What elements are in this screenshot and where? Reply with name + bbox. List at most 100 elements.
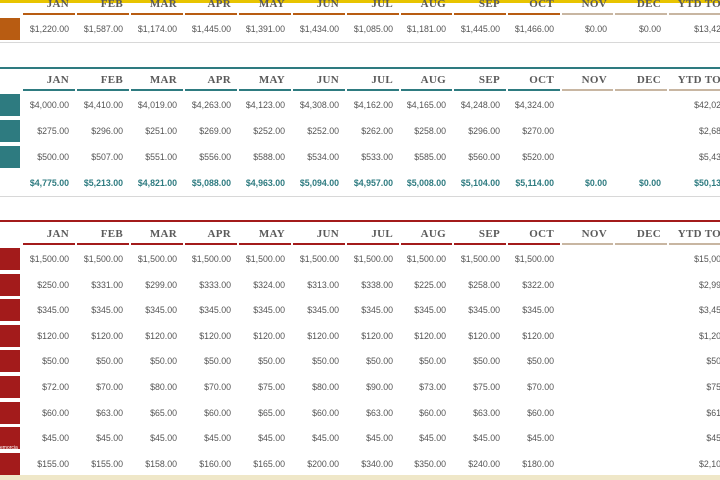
cell-may[interactable]: $165.00 (238, 452, 292, 476)
cell-feb[interactable]: $1,500.00 (76, 247, 130, 271)
cell-dec[interactable] (614, 247, 668, 271)
cell-jan[interactable]: $50.00 (22, 349, 76, 373)
cell-jan[interactable]: $72.00 (22, 375, 76, 399)
cell-nov[interactable] (561, 426, 614, 450)
cell-oct[interactable]: $180.00 (507, 452, 561, 476)
cell-ytd-total[interactable]: $15,00 (668, 247, 720, 271)
cell-apr[interactable]: $1,500.00 (184, 247, 238, 271)
cell-aug[interactable]: $1,500.00 (400, 247, 453, 271)
cell-feb[interactable]: $70.00 (76, 375, 130, 399)
cell-feb[interactable]: $120.00 (76, 324, 130, 348)
cell-jul[interactable]: $262.00 (346, 119, 400, 143)
cell-aug[interactable]: $5,008.00 (400, 171, 453, 195)
cell-jan[interactable]: $1,220.00 (22, 17, 76, 41)
cell-sep[interactable]: $258.00 (453, 273, 507, 297)
cell-dec[interactable]: $0.00 (614, 17, 668, 41)
cell-dec[interactable] (614, 324, 668, 348)
cell-apr[interactable]: $1,445.00 (184, 17, 238, 41)
cell-mar[interactable]: $345.00 (130, 298, 184, 322)
cell-nov[interactable] (561, 298, 614, 322)
cell-ytd-total[interactable]: $3,45 (668, 298, 720, 322)
cell-dec[interactable] (614, 273, 668, 297)
cell-jun[interactable]: $1,500.00 (292, 247, 346, 271)
cell-jun[interactable]: $534.00 (292, 145, 346, 169)
cell-oct[interactable]: $70.00 (507, 375, 561, 399)
cell-feb[interactable]: $63.00 (76, 401, 130, 425)
cell-jun[interactable]: $120.00 (292, 324, 346, 348)
cell-jul[interactable]: $345.00 (346, 298, 400, 322)
cell-oct[interactable]: $1,500.00 (507, 247, 561, 271)
cell-jun[interactable]: $60.00 (292, 401, 346, 425)
cell-oct[interactable]: $520.00 (507, 145, 561, 169)
cell-sep[interactable]: $4,248.00 (453, 93, 507, 117)
cell-mar[interactable]: $551.00 (130, 145, 184, 169)
cell-aug[interactable]: $345.00 (400, 298, 453, 322)
cell-jan[interactable]: $120.00 (22, 324, 76, 348)
cell-jan[interactable]: $155.00 (22, 452, 76, 476)
cell-aug[interactable]: $225.00 (400, 273, 453, 297)
cell-ytd-total[interactable]: $42,02 (668, 93, 720, 117)
cell-mar[interactable]: $1,174.00 (130, 17, 184, 41)
cell-apr[interactable]: $50.00 (184, 349, 238, 373)
cell-feb[interactable]: $345.00 (76, 298, 130, 322)
cell-jan[interactable]: $4,775.00 (22, 171, 76, 195)
cell-jun[interactable]: $5,094.00 (292, 171, 346, 195)
cell-dec[interactable]: $0.00 (614, 171, 668, 195)
cell-apr[interactable]: $70.00 (184, 375, 238, 399)
cell-aug[interactable]: $120.00 (400, 324, 453, 348)
cell-sep[interactable]: $75.00 (453, 375, 507, 399)
cell-ytd-total[interactable]: $50,13 (668, 171, 720, 195)
cell-oct[interactable]: $60.00 (507, 401, 561, 425)
cell-jul[interactable]: $4,162.00 (346, 93, 400, 117)
cell-apr[interactable]: $269.00 (184, 119, 238, 143)
cell-sep[interactable]: $1,445.00 (453, 17, 507, 41)
cell-nov[interactable] (561, 401, 614, 425)
cell-may[interactable]: $45.00 (238, 426, 292, 450)
cell-may[interactable]: $588.00 (238, 145, 292, 169)
cell-jan[interactable]: $275.00 (22, 119, 76, 143)
cell-jul[interactable]: $1,085.00 (346, 17, 400, 41)
cell-nov[interactable] (561, 145, 614, 169)
cell-feb[interactable]: $331.00 (76, 273, 130, 297)
cell-aug[interactable]: $258.00 (400, 119, 453, 143)
cell-jun[interactable]: $252.00 (292, 119, 346, 143)
cell-dec[interactable] (614, 401, 668, 425)
cell-ytd-total[interactable]: $2,68 (668, 119, 720, 143)
cell-oct[interactable]: $50.00 (507, 349, 561, 373)
cell-mar[interactable]: $120.00 (130, 324, 184, 348)
cell-oct[interactable]: $1,466.00 (507, 17, 561, 41)
cell-apr[interactable]: $45.00 (184, 426, 238, 450)
cell-dec[interactable] (614, 119, 668, 143)
cell-dec[interactable] (614, 298, 668, 322)
cell-sep[interactable]: $1,500.00 (453, 247, 507, 271)
cell-feb[interactable]: $45.00 (76, 426, 130, 450)
cell-jan[interactable]: $500.00 (22, 145, 76, 169)
cell-jul[interactable]: $533.00 (346, 145, 400, 169)
cell-jun[interactable]: $4,308.00 (292, 93, 346, 117)
cell-may[interactable]: $324.00 (238, 273, 292, 297)
cell-nov[interactable]: $0.00 (561, 17, 614, 41)
cell-oct[interactable]: $5,114.00 (507, 171, 561, 195)
cell-oct[interactable]: $322.00 (507, 273, 561, 297)
cell-apr[interactable]: $160.00 (184, 452, 238, 476)
cell-sep[interactable]: $296.00 (453, 119, 507, 143)
cell-may[interactable]: $65.00 (238, 401, 292, 425)
cell-mar[interactable]: $4,019.00 (130, 93, 184, 117)
cell-apr[interactable]: $4,263.00 (184, 93, 238, 117)
cell-may[interactable]: $4,963.00 (238, 171, 292, 195)
cell-aug[interactable]: $4,165.00 (400, 93, 453, 117)
cell-may[interactable]: $1,391.00 (238, 17, 292, 41)
cell-sep[interactable]: $240.00 (453, 452, 507, 476)
cell-may[interactable]: $75.00 (238, 375, 292, 399)
cell-may[interactable]: $1,500.00 (238, 247, 292, 271)
cell-jun[interactable]: $200.00 (292, 452, 346, 476)
cell-nov[interactable]: $0.00 (561, 171, 614, 195)
cell-ytd-total[interactable]: $2,10 (668, 452, 720, 476)
cell-mar[interactable]: $65.00 (130, 401, 184, 425)
cell-dec[interactable] (614, 145, 668, 169)
cell-nov[interactable] (561, 375, 614, 399)
cell-oct[interactable]: $120.00 (507, 324, 561, 348)
cell-aug[interactable]: $585.00 (400, 145, 453, 169)
cell-apr[interactable]: $120.00 (184, 324, 238, 348)
cell-mar[interactable]: $4,821.00 (130, 171, 184, 195)
